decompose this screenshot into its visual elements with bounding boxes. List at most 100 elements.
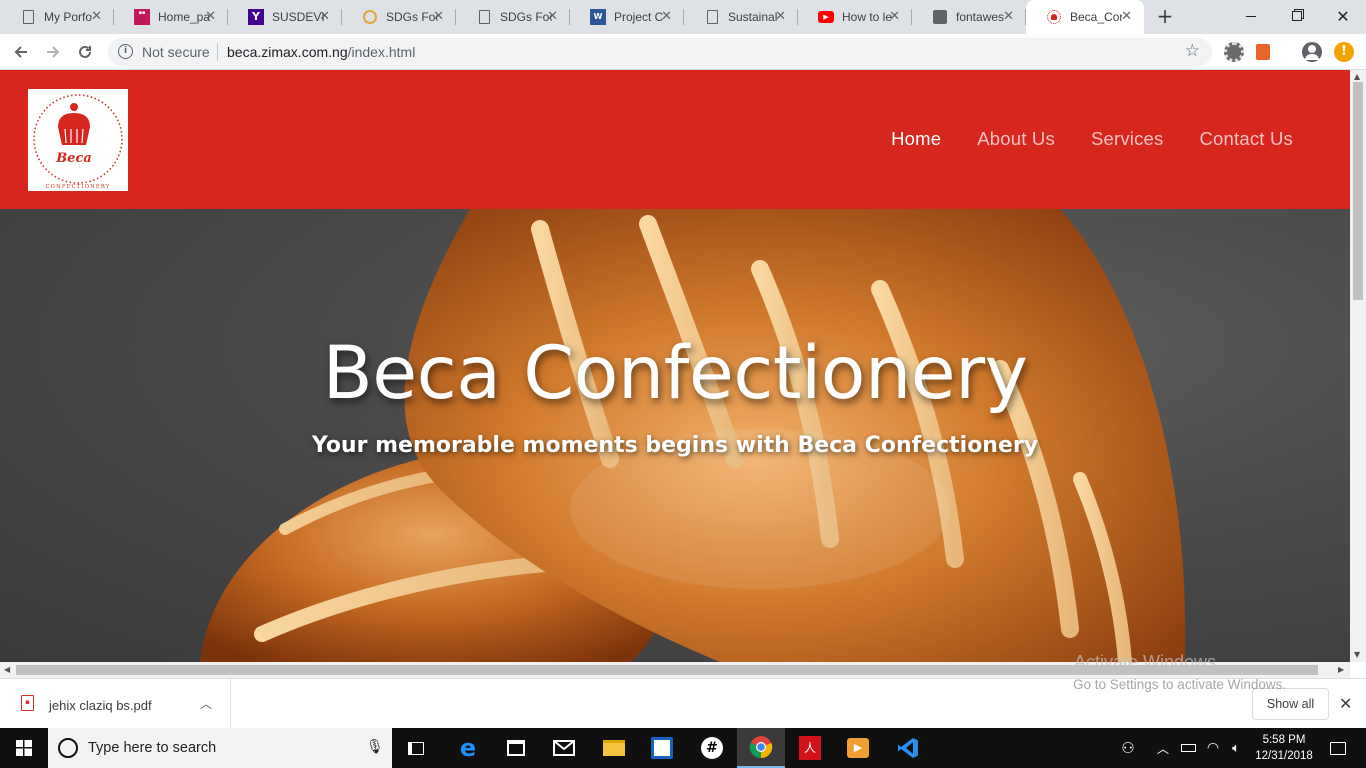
address-bar[interactable]: i Not secure beca.zimax.com.ng/index.htm…: [108, 38, 1212, 66]
taskbar-edge[interactable]: e: [444, 728, 492, 768]
document-icon: [20, 9, 36, 25]
browser-tab[interactable]: ▪▪ Home_pa ✕: [114, 0, 228, 34]
maximize-button[interactable]: [1274, 0, 1320, 32]
close-tab-icon[interactable]: ✕: [661, 9, 672, 24]
taskbar-search-box[interactable]: Type here to search 🎙︎: [48, 728, 392, 768]
nav-contact-us[interactable]: Contact Us: [1199, 128, 1293, 150]
chevron-up-icon[interactable]: ︿: [200, 695, 212, 712]
browser-tab[interactable]: Beca_Cor ✕: [1026, 0, 1144, 34]
office-extension-icon[interactable]: [1256, 44, 1270, 60]
security-label: Not secure: [142, 44, 210, 60]
tab-title: Beca_Cor: [1070, 10, 1122, 24]
browser-tab[interactable]: Y SUSDEVI ✕: [228, 0, 342, 34]
tab-title: SUSDEVI: [272, 10, 324, 24]
battery-icon: [1180, 744, 1196, 752]
back-button[interactable]: [8, 39, 34, 65]
volume-button[interactable]: 🔈︎: [1224, 728, 1248, 768]
close-tab-icon[interactable]: ✕: [547, 9, 558, 24]
forward-button[interactable]: [40, 39, 66, 65]
action-center-button[interactable]: [1318, 728, 1358, 768]
browser-tab[interactable]: ▶ How to le ✕: [798, 0, 912, 34]
close-tab-icon[interactable]: ✕: [319, 9, 330, 24]
scroll-right-icon[interactable]: ▶: [1338, 665, 1344, 674]
close-icon[interactable]: ✕: [1339, 694, 1352, 713]
vertical-scrollbar[interactable]: ▲ ▼: [1350, 70, 1366, 662]
activate-windows-subtitle: Go to Settings to activate Windows.: [1073, 677, 1287, 692]
forward-arrow-icon: [47, 46, 60, 58]
show-hidden-icons-button[interactable]: ︿: [1150, 728, 1176, 768]
close-window-button[interactable]: ✕: [1320, 0, 1366, 32]
close-tab-icon[interactable]: ✕: [775, 9, 786, 24]
browser-tab[interactable]: My Porfo ✕: [0, 0, 114, 34]
task-view-button[interactable]: [392, 728, 440, 768]
people-icon: ⚇: [1121, 739, 1135, 757]
new-tab-button[interactable]: +: [1154, 5, 1176, 27]
close-tab-icon[interactable]: ✕: [889, 9, 900, 24]
nav-services[interactable]: Services: [1091, 128, 1164, 150]
download-filename: jehix claziq bs.pdf: [49, 698, 152, 713]
close-tab-icon[interactable]: ✕: [433, 9, 444, 24]
browser-tab[interactable]: W Project C ✕: [570, 0, 684, 34]
scroll-up-icon[interactable]: ▲: [1354, 72, 1360, 81]
browser-toolbar: i Not secure beca.zimax.com.ng/index.htm…: [0, 34, 1366, 70]
taskbar-acrobat[interactable]: 人: [786, 728, 834, 768]
url-host: beca.zimax.com.ng: [227, 44, 348, 60]
taskbar-search-placeholder: Type here to search: [88, 740, 217, 756]
taskbar-mail[interactable]: [540, 728, 588, 768]
update-alert-icon[interactable]: !: [1334, 42, 1354, 62]
sdg-icon: [362, 9, 378, 25]
activate-windows-title: Activate Windows: [1074, 652, 1217, 672]
omnibox-divider: [217, 43, 218, 61]
people-button[interactable]: ⚇: [1110, 728, 1146, 768]
browser-tab[interactable]: Sustainal ✕: [684, 0, 798, 34]
taskbar-vscode[interactable]: [884, 728, 932, 768]
nav-about-us[interactable]: About Us: [977, 128, 1055, 150]
back-arrow-icon: [14, 46, 27, 58]
close-tab-icon[interactable]: ✕: [91, 9, 102, 24]
scroll-left-icon[interactable]: ◀: [4, 665, 10, 674]
vertical-scroll-thumb[interactable]: [1353, 82, 1363, 300]
taskbar-defender[interactable]: [638, 728, 686, 768]
battery-button[interactable]: [1176, 728, 1200, 768]
clock-date: 12/31/2018: [1255, 750, 1313, 762]
tab-title: How to le: [842, 10, 893, 24]
site-info-icon[interactable]: i: [118, 44, 133, 59]
start-button[interactable]: [0, 728, 48, 768]
browser-tab[interactable]: SDGs Foc ✕: [342, 0, 456, 34]
url-text[interactable]: beca.zimax.com.ng/index.html: [227, 44, 415, 60]
youtube-icon: ▶: [818, 9, 834, 25]
browser-tab[interactable]: fontawes ✕: [912, 0, 1026, 34]
nav-home[interactable]: Home: [891, 128, 941, 150]
reload-button[interactable]: [72, 39, 98, 65]
site-logo[interactable]: Beca CONFECTIONERY: [28, 89, 128, 191]
close-tab-icon[interactable]: ✕: [205, 9, 216, 24]
taskbar-slack[interactable]: #: [688, 728, 736, 768]
close-tab-icon[interactable]: ✕: [1003, 9, 1014, 24]
taskbar-chrome[interactable]: [737, 728, 785, 768]
slack-icon: #: [701, 737, 723, 759]
taskbar-media-player[interactable]: ▶: [834, 728, 882, 768]
bookmark-star-icon[interactable]: ☆: [1185, 41, 1200, 61]
show-all-button[interactable]: Show all: [1252, 688, 1329, 720]
url-path: /index.html: [347, 44, 416, 60]
browser-tab[interactable]: SDGs Foc ✕: [456, 0, 570, 34]
minimize-button[interactable]: [1228, 0, 1274, 32]
extension-icon[interactable]: [1224, 42, 1244, 62]
vscode-icon: [898, 738, 918, 758]
profile-avatar-icon[interactable]: [1302, 42, 1322, 62]
close-tab-icon[interactable]: ✕: [1121, 9, 1132, 24]
scroll-down-icon[interactable]: ▼: [1354, 650, 1360, 659]
page-viewport: Beca CONFECTIONERY Home About Us Service…: [0, 70, 1350, 662]
taskbar-store[interactable]: [492, 728, 540, 768]
network-button[interactable]: ◠: [1200, 728, 1226, 768]
notification-icon: [1330, 741, 1346, 755]
microphone-icon[interactable]: 🎙︎: [366, 739, 384, 755]
taskbar-file-explorer[interactable]: [590, 728, 638, 768]
mail-icon: [553, 740, 575, 756]
windows-taskbar: Type here to search 🎙︎ e # 人 ▶ ⚇ ︿ ◠ 🔈︎ …: [0, 728, 1366, 768]
download-item[interactable]: ▪ jehix claziq bs.pdf ︿: [0, 679, 231, 729]
taskbar-clock[interactable]: 5:58 PM 12/31/2018: [1248, 732, 1320, 764]
chevron-up-icon: ︿: [1156, 741, 1169, 756]
logo-subtitle: CONFECTIONERY: [46, 184, 111, 190]
windows-logo-icon: [16, 740, 32, 756]
